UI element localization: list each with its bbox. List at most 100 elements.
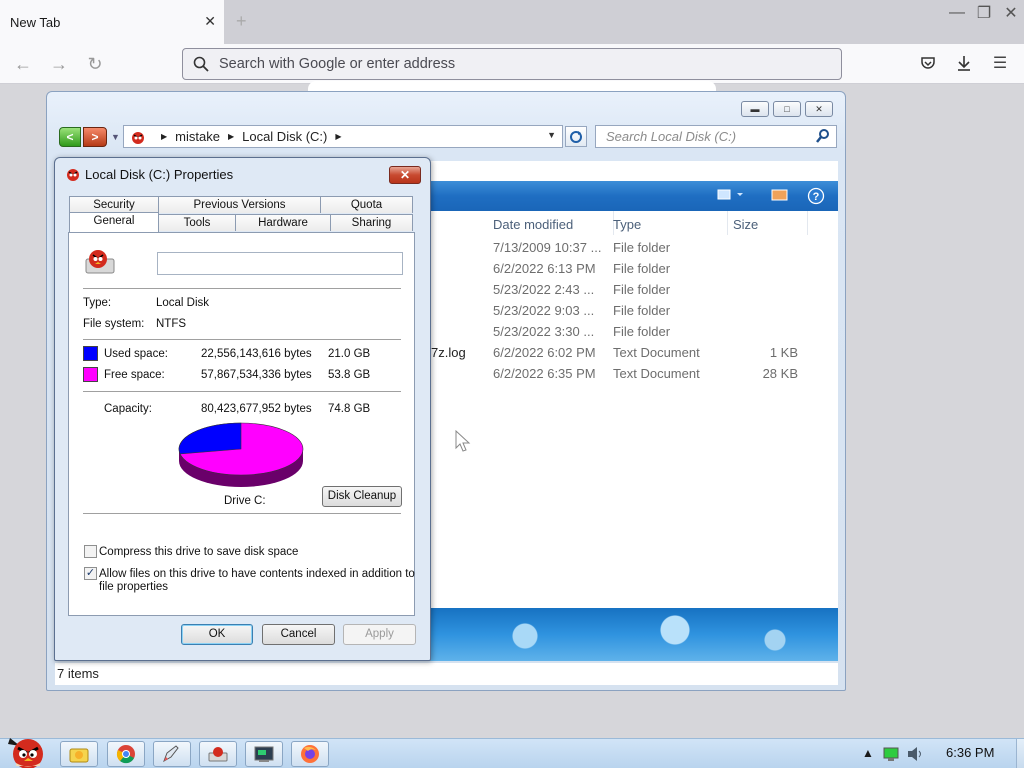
taskbar-explorer-button[interactable] (60, 741, 98, 767)
tab-sharing[interactable]: Sharing (330, 214, 413, 231)
search-icon (193, 56, 209, 72)
help-icon[interactable]: ? (807, 187, 825, 205)
search-placeholder: Search Local Disk (C:) (606, 129, 737, 144)
tab-previous-versions[interactable]: Previous Versions (158, 196, 321, 213)
type-value: Local Disk (156, 297, 210, 309)
index-checkbox[interactable]: ✓ (84, 567, 97, 580)
free-space-swatch (83, 367, 98, 382)
file-type: File folder (613, 282, 671, 297)
angry-bird-icon (67, 169, 79, 181)
address-dropdown-icon[interactable]: ▼ (547, 130, 556, 140)
refresh-icon (570, 130, 582, 143)
file-type: Text Document (613, 345, 700, 360)
menu-icon[interactable]: ☰ (990, 54, 1010, 74)
divider (83, 391, 401, 392)
free-space-bytes: 57,867,534,336 bytes (201, 369, 312, 381)
refresh-button[interactable] (565, 126, 587, 147)
taskbar-firefox-button[interactable] (291, 741, 329, 767)
file-date-modified: 6/2/2022 6:02 PM (493, 345, 596, 360)
capacity-label: Capacity: (104, 403, 152, 415)
column-type[interactable]: Type (613, 217, 641, 232)
compress-checkbox[interactable] (84, 545, 97, 558)
mouse-cursor-icon (455, 430, 471, 452)
divider (83, 513, 401, 514)
file-type: File folder (613, 261, 671, 276)
chrome-icon (116, 745, 135, 764)
search-icon[interactable] (815, 128, 831, 144)
new-tab-button[interactable]: + (236, 11, 247, 32)
column-divider[interactable] (807, 211, 808, 235)
file-system-value: NTFS (156, 318, 187, 330)
file-date-modified: 7/13/2009 10:37 ... (493, 240, 602, 255)
breadcrumb-separator-icon: ▶ (161, 132, 168, 141)
file-size: 1 KB (769, 345, 798, 360)
forward-icon[interactable]: → (48, 53, 70, 75)
network-icon[interactable] (882, 746, 900, 762)
used-space-label: Used space: (104, 348, 168, 360)
browser-tabstrip: New Tab ✕ + — ❐ ✕ (0, 0, 1024, 44)
view-options-icon[interactable] (717, 188, 747, 202)
tab-general[interactable]: General (69, 212, 159, 232)
breadcrumb-mistake[interactable]: mistake (175, 129, 220, 144)
start-button-angry-bird-icon[interactable] (4, 730, 52, 768)
file-date-modified: 6/2/2022 6:13 PM (493, 261, 596, 276)
free-space-gb: 53.8 GB (328, 369, 371, 381)
forward-button[interactable]: > (83, 127, 107, 147)
column-size[interactable]: Size (733, 217, 758, 232)
file-date-modified: 5/23/2022 9:03 ... (493, 303, 595, 318)
tab-tools[interactable]: Tools (158, 214, 236, 231)
tab-security[interactable]: Security (69, 196, 159, 213)
history-dropdown-icon[interactable]: ▼ (111, 132, 120, 142)
dialog-close-button[interactable]: ✕ (389, 166, 421, 184)
taskbar-rocket-button[interactable] (153, 741, 191, 767)
volume-icon[interactable] (906, 746, 924, 762)
free-space-label: Free space: (104, 369, 165, 381)
url-bar[interactable]: Search with Google or enter address (182, 48, 842, 80)
taskbar-terminal-button[interactable] (245, 741, 283, 767)
pocket-icon[interactable] (918, 54, 938, 74)
back-button[interactable]: < (59, 127, 81, 147)
preview-pane-icon[interactable] (771, 188, 789, 202)
close-window-icon[interactable]: ✕ (998, 0, 1024, 26)
capacity-gb: 74.8 GB (328, 403, 371, 415)
status-bar: 7 items (55, 663, 838, 685)
show-desktop-button[interactable] (1016, 739, 1024, 768)
address-bar[interactable]: ▶ mistake ▶ Local Disk (C:) ▶ ▼ (123, 125, 563, 148)
downloads-icon[interactable] (954, 54, 974, 74)
maximize-icon[interactable]: □ (773, 101, 801, 117)
taskbar-clock[interactable]: 6:36 PM (946, 745, 994, 760)
file-name: 7z.log (431, 345, 466, 360)
restore-icon[interactable]: ❐ (971, 0, 997, 26)
minimize-icon[interactable]: — (944, 0, 970, 26)
divider (83, 339, 401, 340)
taskbar-drive-properties-button[interactable] (199, 741, 237, 767)
tray-expand-icon[interactable]: ▲ (862, 746, 874, 760)
minimize-icon[interactable]: ▬ (741, 101, 769, 117)
back-icon[interactable]: ← (12, 53, 34, 75)
tab-hardware[interactable]: Hardware (235, 214, 331, 231)
browser-navbar: ← → ↻ Search with Google or enter addres… (0, 44, 1024, 84)
breadcrumb-separator-icon[interactable]: ▶ (335, 132, 341, 141)
search-field[interactable]: Search Local Disk (C:) (595, 125, 837, 148)
browser-tab[interactable]: New Tab ✕ (0, 0, 224, 44)
file-type: Text Document (613, 366, 700, 381)
index-label-line-1: Allow files on this drive to have conten… (99, 568, 415, 580)
cancel-button[interactable]: Cancel (262, 624, 335, 645)
ok-button[interactable]: OK (181, 624, 253, 645)
type-label: Type: (83, 297, 112, 309)
file-type: File folder (613, 324, 671, 339)
breadcrumb-separator-icon: ▶ (227, 132, 235, 141)
close-icon[interactable]: ✕ (805, 101, 833, 117)
tab-quota[interactable]: Quota (320, 196, 413, 213)
taskbar-chrome-button[interactable] (107, 741, 145, 767)
column-date-modified[interactable]: Date modified (493, 217, 573, 232)
apply-button[interactable]: Apply (343, 624, 416, 645)
file-date-modified: 5/23/2022 2:43 ... (493, 282, 595, 297)
breadcrumb-local-disk[interactable]: Local Disk (C:) (242, 129, 327, 144)
disk-cleanup-button[interactable]: Disk Cleanup (322, 486, 402, 507)
column-divider[interactable] (727, 211, 728, 235)
reload-icon[interactable]: ↻ (84, 53, 106, 75)
tab-close-icon[interactable]: ✕ (204, 13, 216, 30)
drive-label-input[interactable] (157, 252, 403, 275)
index-label-line-2: file properties (99, 581, 169, 593)
